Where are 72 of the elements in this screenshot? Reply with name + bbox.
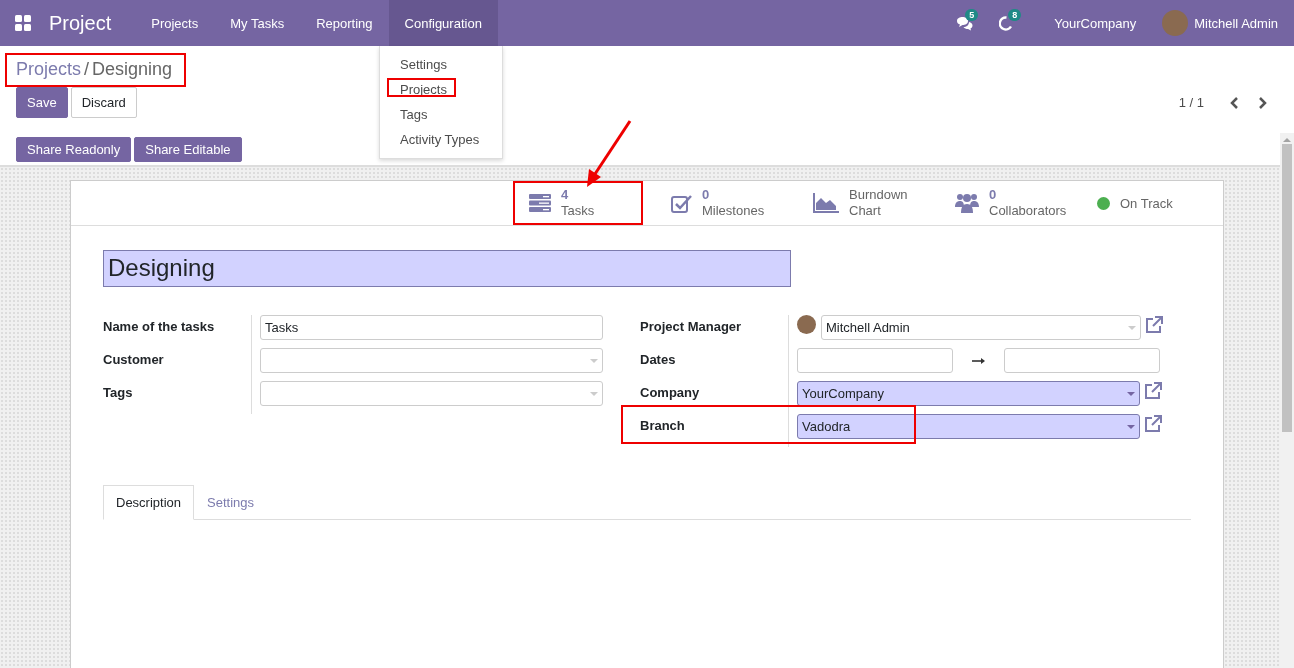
user-menu[interactable]: Mitchell Admin xyxy=(1162,10,1294,36)
dropdown-item[interactable]: Activity Types xyxy=(380,127,502,152)
external-link-icon[interactable] xyxy=(1143,381,1163,400)
caret-icon xyxy=(1127,424,1135,429)
date-field[interactable] xyxy=(1004,348,1160,373)
share-button[interactable]: Share Editable xyxy=(134,137,242,162)
stat-label: Collaborators xyxy=(989,203,1067,219)
stat-value: 0 xyxy=(702,187,711,203)
select-field[interactable] xyxy=(260,381,603,406)
stat-value: 0 xyxy=(989,187,998,203)
stat-button[interactable]: On Track xyxy=(1081,181,1223,225)
apps-icon[interactable] xyxy=(15,15,31,31)
select-field[interactable]: Mitchell Admin xyxy=(821,315,1141,340)
field-label: Branch xyxy=(640,418,685,433)
tab[interactable]: Description xyxy=(103,485,195,520)
field-label: Tags xyxy=(103,385,133,400)
input-field[interactable]: Tasks xyxy=(260,315,603,340)
company-switcher[interactable]: YourCompany xyxy=(1030,15,1163,31)
menu-item[interactable]: Configuration xyxy=(388,0,498,46)
select-field[interactable]: YourCompany xyxy=(797,381,1140,406)
select-field[interactable] xyxy=(260,348,603,373)
share-button[interactable]: Share Readonly xyxy=(16,137,132,162)
pager-counter: 1 / 1 xyxy=(1178,95,1204,110)
field-label: Company xyxy=(640,385,700,400)
stat-button[interactable]: 0 Milestones xyxy=(655,181,797,225)
user-avatar xyxy=(797,315,816,334)
status-label: On Track xyxy=(1120,195,1173,211)
breadcrumb-separator: / xyxy=(84,59,90,80)
arrow-right-icon xyxy=(972,358,985,364)
area-chart-icon xyxy=(813,193,839,213)
dropdown-item[interactable]: Settings xyxy=(380,52,502,77)
stat-label: Burndown Chart xyxy=(849,187,909,219)
menu-item[interactable]: Projects xyxy=(135,0,215,46)
project-name-field[interactable]: Designing xyxy=(103,250,791,287)
stat-button[interactable]: 4 Tasks xyxy=(513,181,643,225)
save-button[interactable]: Save xyxy=(16,87,68,118)
scroll-up-icon[interactable] xyxy=(1283,137,1291,142)
external-link-icon[interactable] xyxy=(1144,315,1164,334)
menu-item[interactable]: Reporting xyxy=(300,0,389,46)
breadcrumb-link[interactable]: Projects xyxy=(16,59,82,80)
discard-button[interactable]: Discard xyxy=(70,87,137,118)
field-label: Dates xyxy=(640,352,676,367)
caret-icon xyxy=(590,358,598,363)
field-label: Project Manager xyxy=(640,319,742,334)
menu-item[interactable]: My Tasks xyxy=(214,0,301,46)
field-label: Name of the tasks xyxy=(103,319,215,334)
date-field[interactable] xyxy=(797,348,953,373)
message-count-badge: 5 xyxy=(965,8,979,21)
checkbox-icon xyxy=(671,193,692,213)
user-avatar xyxy=(1162,10,1189,36)
activity-count-badge: 8 xyxy=(1008,8,1022,21)
caret-icon xyxy=(1128,325,1136,330)
field-label: Customer xyxy=(103,352,164,367)
scrollbar[interactable] xyxy=(1280,133,1294,668)
stat-label: Tasks xyxy=(561,203,595,219)
external-link-icon[interactable] xyxy=(1143,414,1163,433)
dropdown-item[interactable]: Projects xyxy=(380,77,502,102)
stat-button[interactable]: 0 Collaborators xyxy=(939,181,1081,225)
breadcrumb-current: Designing xyxy=(92,59,173,80)
stacked-bars-icon xyxy=(529,194,551,212)
app-name[interactable]: Project xyxy=(37,11,136,35)
previous-icon[interactable] xyxy=(1229,95,1239,110)
dropdown-item[interactable]: Tags xyxy=(380,102,502,127)
select-field[interactable]: Vadodra xyxy=(797,414,1140,439)
stat-button[interactable]: Burndown Chart xyxy=(797,181,939,225)
caret-icon xyxy=(1127,391,1135,396)
stat-value: 4 xyxy=(561,187,570,203)
caret-icon xyxy=(590,391,598,396)
tab[interactable]: Settings xyxy=(194,485,267,520)
next-icon[interactable] xyxy=(1258,95,1268,110)
users-icon xyxy=(955,193,979,213)
stat-label: Milestones xyxy=(702,203,765,219)
